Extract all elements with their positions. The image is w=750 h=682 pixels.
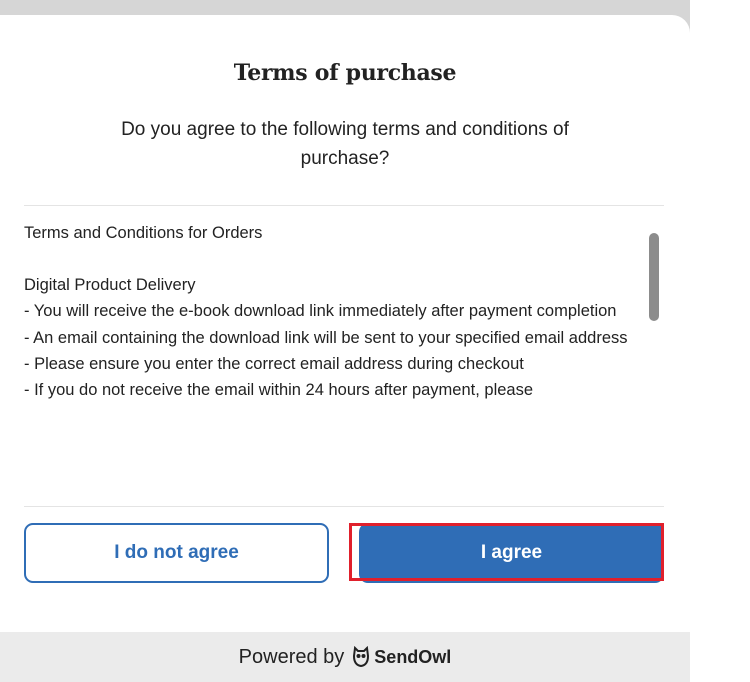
terms-line: Digital Product Delivery — [24, 276, 196, 295]
terms-scroll-area[interactable]: Terms and Conditions for Orders Digital … — [24, 220, 644, 485]
disagree-button[interactable]: I do not agree — [24, 523, 329, 583]
terms-line: - An email containing the download link … — [24, 328, 628, 347]
agree-button-label: I agree — [480, 542, 543, 563]
bottom-divider — [24, 506, 664, 507]
brand-name: SendOwl — [374, 646, 452, 667]
terms-scrollbar-thumb[interactable] — [649, 233, 659, 321]
terms-blank-line — [24, 246, 644, 272]
owl-icon — [353, 646, 370, 668]
terms-line: - If you do not receive the email within… — [24, 381, 534, 400]
powered-by-text: Powered by — [238, 645, 345, 668]
footer: Powered by SendOwl — [0, 632, 690, 682]
terms-line: - You will receive the e-book download l… — [24, 302, 617, 321]
modal-question: Do you agree to the following terms and … — [121, 119, 569, 169]
agree-button[interactable]: I agree — [359, 523, 664, 583]
modal-title: Terms of purchase — [233, 60, 457, 86]
terms-line: Terms and Conditions for Orders — [24, 224, 263, 242]
sendowl-logo[interactable]: SendOwl — [352, 646, 451, 668]
terms-line: - Please ensure you enter the correct em… — [24, 354, 524, 373]
top-divider — [24, 205, 664, 206]
disagree-button-label: I do not agree — [114, 542, 239, 563]
